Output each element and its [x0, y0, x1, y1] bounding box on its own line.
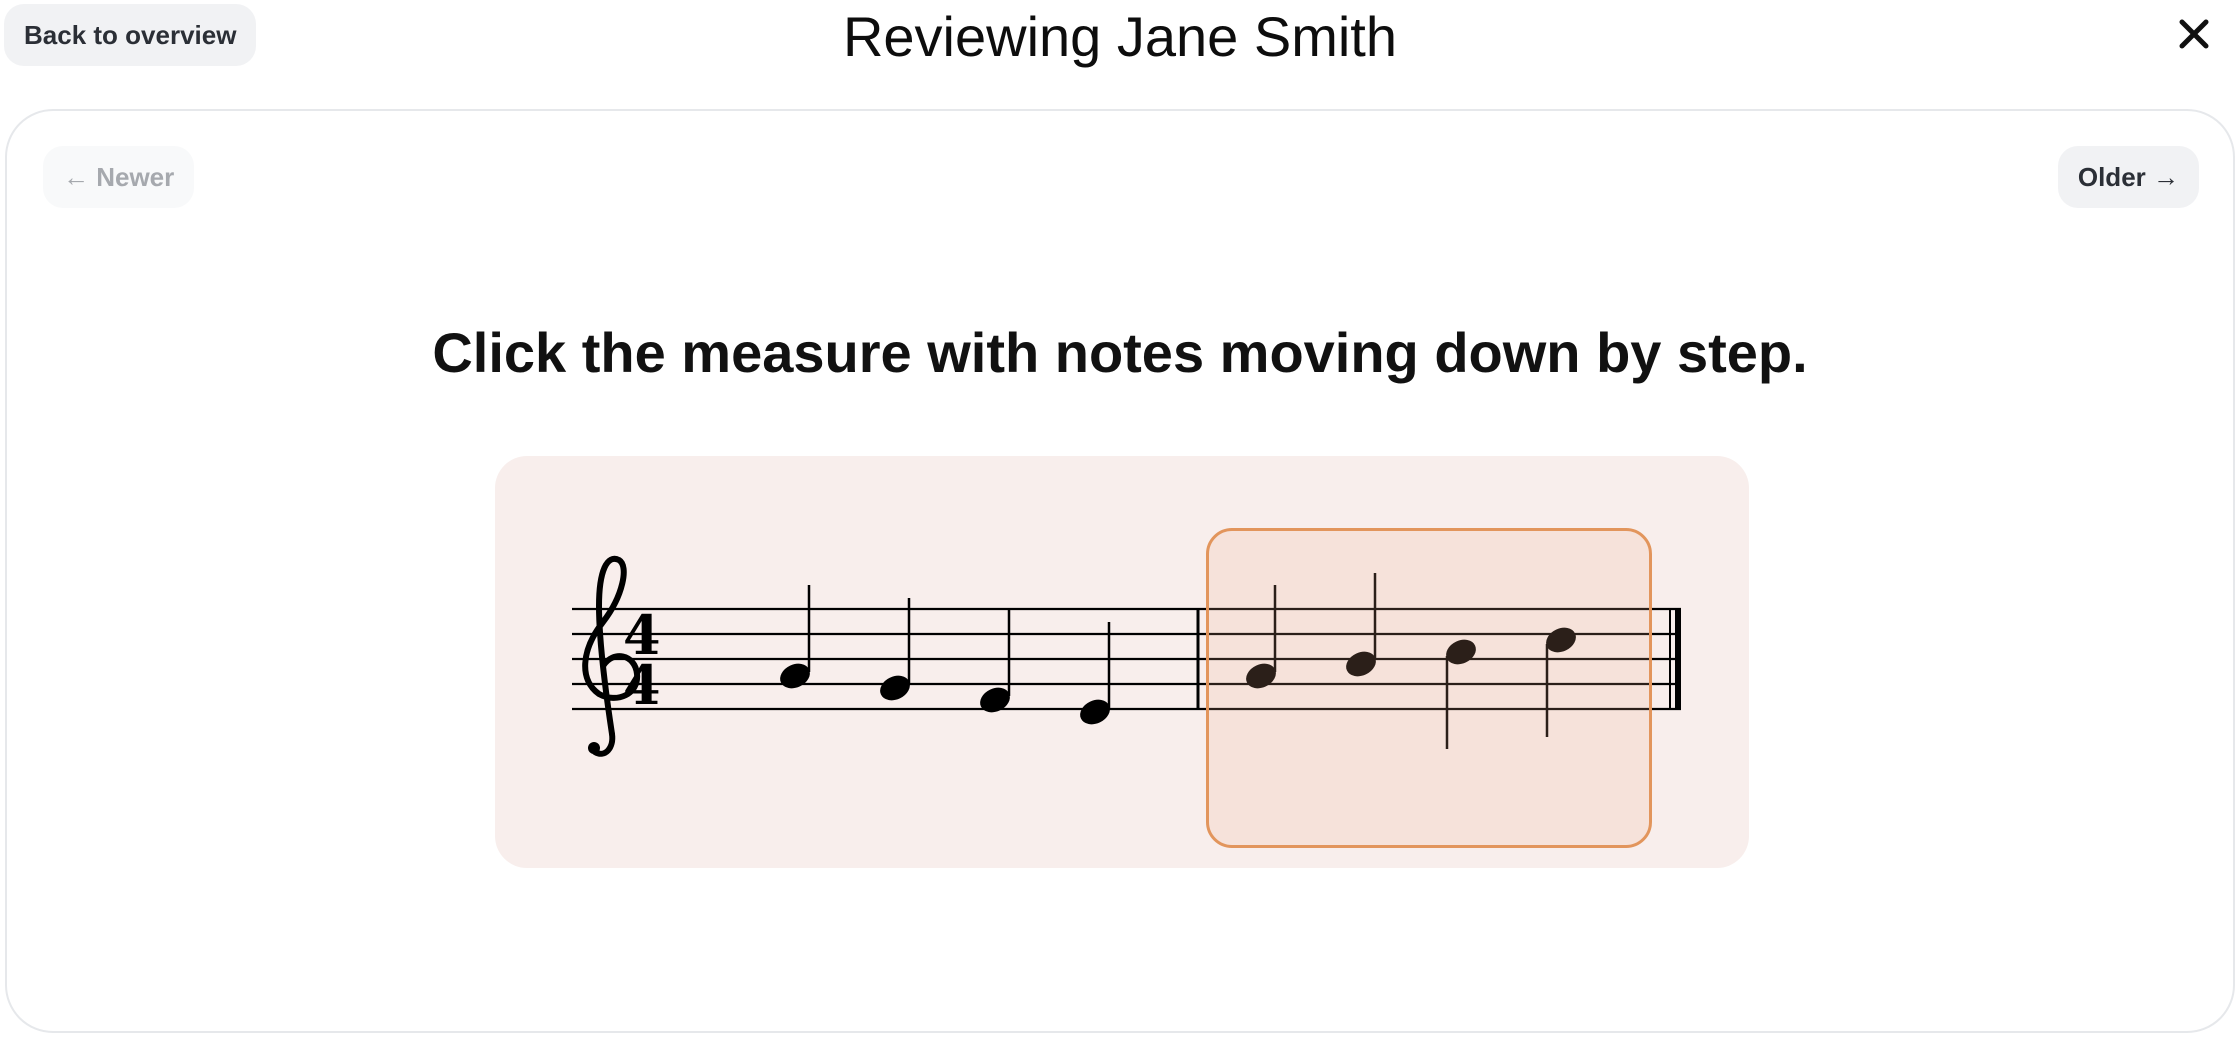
page-title: Reviewing Jane Smith	[842, 5, 1398, 68]
top-bar: Back to overview Reviewing Jane Smith	[0, 0, 2240, 100]
question-prompt: Click the measure with notes moving down…	[432, 321, 1808, 384]
newer-button[interactable]: ← Newer	[43, 146, 195, 208]
score-panel: 4 4	[495, 456, 1749, 868]
review-card: ← Newer Older → Click the measure with n…	[5, 109, 2235, 1033]
measure-2-selected[interactable]	[1206, 528, 1652, 848]
older-button[interactable]: Older →	[2057, 146, 2199, 208]
measure-1[interactable]	[565, 528, 1185, 848]
close-button[interactable]	[2170, 10, 2218, 58]
close-icon	[2179, 19, 2209, 49]
